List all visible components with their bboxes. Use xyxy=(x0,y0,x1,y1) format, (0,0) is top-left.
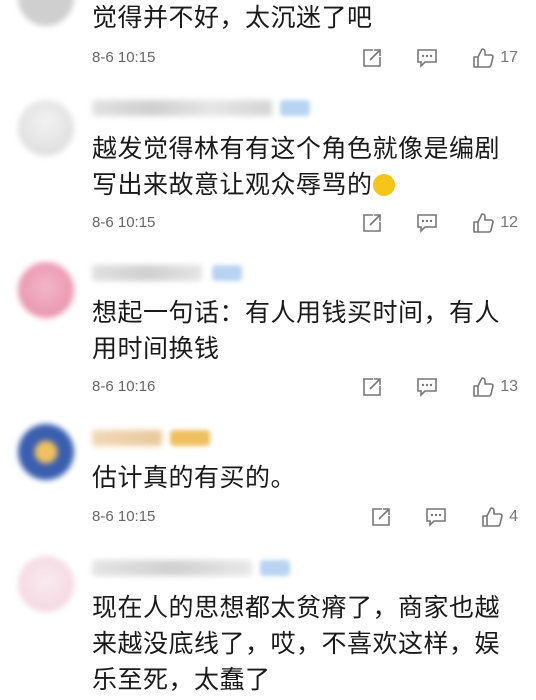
share-icon xyxy=(372,508,390,526)
avatar[interactable] xyxy=(18,0,74,26)
thumbs-up-icon xyxy=(473,48,495,68)
like-button[interactable]: 12 xyxy=(472,212,518,234)
thumbs-up-icon xyxy=(482,507,503,527)
share-icon xyxy=(363,214,382,232)
laughing-emoji-icon xyxy=(372,174,395,196)
comment-time: 8-6 10:15 xyxy=(92,49,156,66)
comment-actions: 12 xyxy=(328,211,518,235)
user-badge xyxy=(260,560,290,576)
username[interactable] xyxy=(92,430,162,446)
comment-icon xyxy=(426,508,446,527)
comment-text: 想起一句话：有人用钱买时间，有人用时间换钱 xyxy=(92,298,501,363)
comment-text: 现在人的思想都太贫瘠了，商家也越来越没底线了，哎，不喜欢这样，娱乐至死，太蠢了 xyxy=(92,593,501,694)
comment-time: 8-6 10:15 xyxy=(92,508,156,525)
avatar[interactable] xyxy=(18,100,74,156)
reply-button[interactable] xyxy=(425,507,447,527)
like-count: 12 xyxy=(500,214,518,231)
share-button[interactable] xyxy=(362,377,382,397)
share-button[interactable] xyxy=(362,48,382,68)
comment-actions: 17 xyxy=(328,46,518,70)
comment-time: 8-6 10:15 xyxy=(92,214,156,231)
user-badge xyxy=(280,100,310,116)
reply-button[interactable] xyxy=(416,377,438,397)
like-button[interactable]: 4 xyxy=(481,506,518,528)
comment-text: 觉得并不好，太沉迷了吧 xyxy=(92,3,373,32)
avatar[interactable] xyxy=(18,424,74,480)
comment-actions: 13 xyxy=(328,375,518,399)
like-button[interactable]: 17 xyxy=(472,47,518,69)
avatar[interactable] xyxy=(18,556,74,612)
comment-text-content: 越发觉得林有有这个角色就像是编剧写出来故意让观众辱骂的 xyxy=(92,134,501,199)
comment-icon xyxy=(417,214,438,233)
user-badge xyxy=(170,430,210,446)
reply-button[interactable] xyxy=(416,48,438,68)
username[interactable] xyxy=(92,100,272,116)
thumbs-up-icon xyxy=(473,213,495,233)
comment-time: 8-6 10:16 xyxy=(92,378,156,395)
share-icon xyxy=(363,49,382,67)
thumbs-up-icon xyxy=(473,377,495,397)
comment-actions: 4 xyxy=(337,505,518,529)
comment-icon xyxy=(417,378,438,397)
share-button[interactable] xyxy=(362,213,382,233)
username[interactable] xyxy=(92,265,202,281)
comment-text: 越发觉得林有有这个角色就像是编剧写出来故意让观众辱骂的 xyxy=(92,131,512,203)
like-count: 13 xyxy=(500,378,518,395)
like-button[interactable]: 13 xyxy=(472,376,518,398)
share-button[interactable] xyxy=(371,507,391,527)
like-count: 4 xyxy=(509,508,518,525)
like-count: 17 xyxy=(500,49,518,66)
share-icon xyxy=(363,378,382,396)
comment-text: 估计真的有买的。 xyxy=(92,463,297,492)
avatar[interactable] xyxy=(18,262,74,318)
reply-button[interactable] xyxy=(416,213,438,233)
user-badge xyxy=(212,265,242,281)
username[interactable] xyxy=(92,560,252,576)
comment-icon xyxy=(417,49,438,68)
